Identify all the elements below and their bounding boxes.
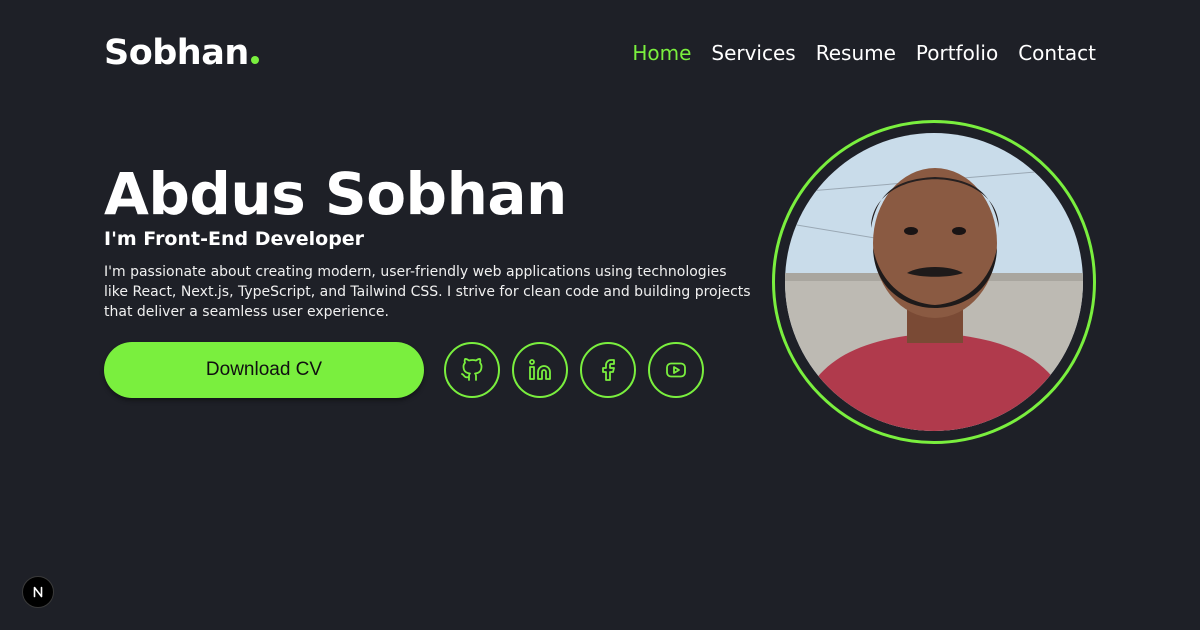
main-nav: Home Services Resume Portfolio Contact: [632, 41, 1096, 65]
nav-link-home[interactable]: Home: [632, 41, 691, 65]
youtube-link[interactable]: [648, 342, 704, 398]
github-icon: [461, 358, 483, 381]
hero-description-line: like React, Next.js, TypeScript, and Tai…: [104, 284, 751, 300]
facebook-icon: [602, 359, 615, 381]
logo[interactable]: Sobhan: [104, 33, 259, 73]
portrait-ring: [772, 120, 1096, 444]
profile-photo-illustration: [785, 133, 1083, 431]
nextjs-icon: [33, 586, 43, 598]
page: Sobhan Home Services Resume Portfolio Co…: [0, 0, 1200, 630]
social-links: [444, 342, 704, 398]
hero-role: I'm Front-End Developer: [104, 228, 365, 250]
cta-row: Download CV: [104, 342, 704, 398]
linkedin-icon: [529, 359, 551, 380]
nextjs-dev-badge[interactable]: [22, 576, 54, 608]
hero-description: I'm passionate about creating modern, us…: [104, 262, 754, 322]
hero-name: Abdus Sobhan: [104, 160, 567, 228]
hero-description-line: that deliver a seamless user experience.: [104, 304, 389, 320]
profile-photo: [785, 133, 1083, 431]
github-link[interactable]: [444, 342, 500, 398]
nav-link-resume[interactable]: Resume: [816, 41, 896, 65]
nav-link-contact[interactable]: Contact: [1018, 41, 1096, 65]
hero-description-line: I'm passionate about creating modern, us…: [104, 264, 727, 280]
logo-text: Sobhan: [104, 33, 249, 73]
download-cv-button[interactable]: Download CV: [104, 342, 424, 398]
linkedin-link[interactable]: [512, 342, 568, 398]
site-header: Sobhan Home Services Resume Portfolio Co…: [104, 28, 1096, 78]
nav-link-portfolio[interactable]: Portfolio: [916, 41, 998, 65]
youtube-icon: [666, 362, 686, 378]
facebook-link[interactable]: [580, 342, 636, 398]
nav-link-services[interactable]: Services: [711, 41, 795, 65]
logo-dot: [250, 56, 259, 64]
